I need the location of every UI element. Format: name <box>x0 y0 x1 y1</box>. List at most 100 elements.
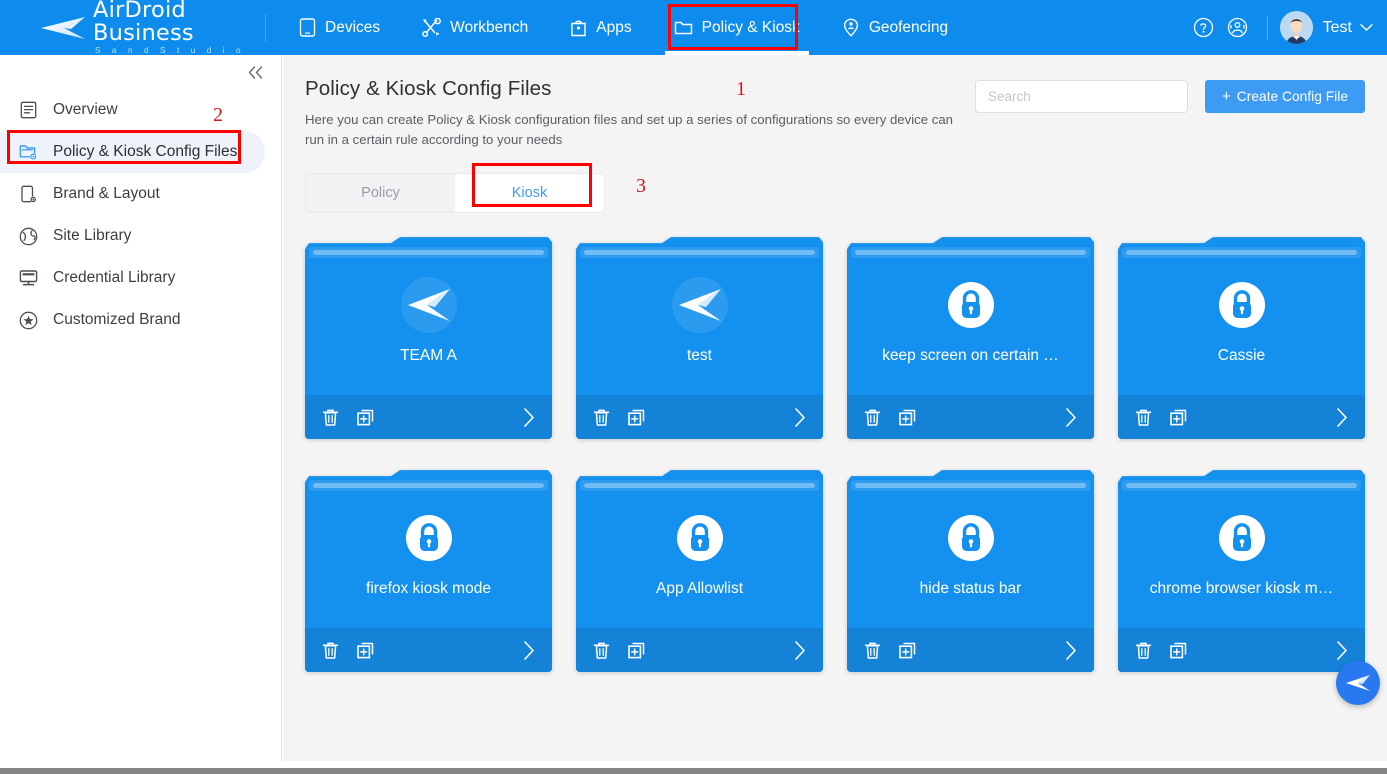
config-card[interactable]: TEAM A <box>305 237 552 440</box>
card-title: chrome browser kiosk m… <box>1149 580 1334 598</box>
tab-policy[interactable]: Policy <box>306 174 455 212</box>
page-title: Policy & Kiosk Config Files <box>305 77 552 100</box>
nav-item-devices[interactable]: Devices <box>278 0 401 55</box>
trash-icon[interactable] <box>321 408 340 427</box>
top-navigation-bar: AirDroid Business S a n d S t u d i o De… <box>0 0 1387 55</box>
card-body: Cassie <box>1118 259 1365 395</box>
config-card[interactable]: App Allowlist <box>576 470 823 673</box>
app-root: AirDroid Business S a n d S t u d i o De… <box>0 0 1387 774</box>
config-card[interactable]: chrome browser kiosk m… <box>1118 470 1365 673</box>
folder-icon <box>674 21 692 35</box>
headset-support-icon <box>1228 17 1248 38</box>
config-card[interactable]: Cassie <box>1118 237 1365 440</box>
folder-lip <box>313 250 544 256</box>
sidebar-item-credential-library[interactable]: Credential Library <box>0 257 281 299</box>
nav-item-geofencing[interactable]: Geofencing <box>821 0 969 55</box>
main-nav: Devices Workbench Apps Policy & Kiosk Ge… <box>278 0 969 55</box>
chevron-right-icon[interactable] <box>794 407 807 428</box>
avatar[interactable] <box>1279 11 1313 44</box>
chevron-right-icon[interactable] <box>1065 640 1078 661</box>
nav-label: Apps <box>596 18 632 36</box>
sidebar-item-policy-kiosk-config-files[interactable]: Policy & Kiosk Config Files <box>0 131 265 173</box>
header-right-actions: Test <box>1187 0 1387 55</box>
card-body: TEAM A <box>305 259 552 395</box>
support-button[interactable] <box>1221 17 1255 38</box>
nav-label: Geofencing <box>868 18 949 36</box>
nav-item-apps[interactable]: Apps <box>549 0 652 55</box>
copy-plus-icon[interactable] <box>356 408 375 427</box>
config-card[interactable]: keep screen on certain … <box>847 237 1094 440</box>
card-body: chrome browser kiosk m… <box>1118 492 1365 628</box>
copy-plus-icon[interactable] <box>356 641 375 660</box>
user-menu-button[interactable] <box>1360 19 1373 37</box>
card-footer <box>847 628 1094 673</box>
sidebar-item-label: Overview <box>53 101 118 118</box>
trash-icon[interactable] <box>321 641 340 660</box>
card-body: test <box>576 259 823 395</box>
trash-icon[interactable] <box>592 408 611 427</box>
copy-plus-icon[interactable] <box>627 408 646 427</box>
card-footer <box>305 628 552 673</box>
card-body: hide status bar <box>847 492 1094 628</box>
copy-plus-icon[interactable] <box>1169 408 1188 427</box>
card-footer <box>1118 628 1365 673</box>
tab-kiosk[interactable]: Kiosk <box>455 174 604 213</box>
page-header-text: Policy & Kiosk Config Files Here you can… <box>305 77 965 150</box>
chevron-right-icon[interactable] <box>1336 407 1349 428</box>
copy-plus-icon[interactable] <box>898 641 917 660</box>
globe-icon <box>17 227 39 246</box>
chevron-right-icon[interactable] <box>523 640 536 661</box>
double-chevron-left-icon <box>248 65 262 79</box>
nav-label: Policy & Kiosk <box>701 18 800 36</box>
trash-icon[interactable] <box>1134 408 1153 427</box>
card-body: firefox kiosk mode <box>305 492 552 628</box>
phone-gear-icon <box>17 185 39 204</box>
page-header-actions: + Create Config File <box>975 77 1365 113</box>
floating-action-button[interactable] <box>1336 661 1380 705</box>
sidebar-item-overview[interactable]: Overview <box>0 89 281 131</box>
sidebar: Overview Policy & Kiosk Config Files Bra… <box>0 55 282 761</box>
brand-logo-area[interactable]: AirDroid Business S a n d S t u d i o <box>0 0 265 55</box>
card-body: App Allowlist <box>576 492 823 628</box>
trash-icon[interactable] <box>1134 641 1153 660</box>
search-input[interactable] <box>975 80 1189 113</box>
monitor-icon <box>17 269 39 287</box>
plus-icon: + <box>1222 88 1231 105</box>
star-circle-icon <box>17 311 39 330</box>
copy-plus-icon[interactable] <box>1169 641 1188 660</box>
copy-plus-icon[interactable] <box>898 408 917 427</box>
chevron-right-icon[interactable] <box>523 407 536 428</box>
card-title: App Allowlist <box>655 580 743 598</box>
config-file-grid: TEAM A test keep screen on certain … Cas… <box>305 237 1365 673</box>
bottom-scrollbar[interactable] <box>0 768 1387 774</box>
chevron-down-icon <box>1360 23 1373 31</box>
create-config-file-button[interactable]: + Create Config File <box>1205 80 1365 113</box>
sidebar-item-site-library[interactable]: Site Library <box>0 215 281 257</box>
config-card[interactable]: hide status bar <box>847 470 1094 673</box>
card-title: test <box>687 347 712 365</box>
card-title: Cassie <box>1217 347 1266 365</box>
folder-lip <box>855 250 1086 256</box>
device-tablet-icon <box>299 18 316 37</box>
chevron-right-icon[interactable] <box>1336 640 1349 661</box>
apps-bag-icon <box>571 20 586 37</box>
trash-icon[interactable] <box>863 641 882 660</box>
create-config-file-label: Create Config File <box>1236 89 1348 104</box>
chevron-right-icon[interactable] <box>1065 407 1078 428</box>
sidebar-collapse-button[interactable] <box>243 60 267 84</box>
help-button[interactable] <box>1187 17 1221 38</box>
nav-item-workbench[interactable]: Workbench <box>401 0 549 55</box>
card-footer <box>576 628 823 673</box>
sidebar-item-customized-brand[interactable]: Customized Brand <box>0 299 281 341</box>
config-card[interactable]: firefox kiosk mode <box>305 470 552 673</box>
paper-plane-icon <box>400 277 457 334</box>
trash-icon[interactable] <box>592 641 611 660</box>
config-card[interactable]: test <box>576 237 823 440</box>
chevron-right-icon[interactable] <box>794 640 807 661</box>
copy-plus-icon[interactable] <box>627 641 646 660</box>
sidebar-item-brand-layout[interactable]: Brand & Layout <box>0 173 281 215</box>
sidebar-item-label: Credential Library <box>53 269 176 286</box>
trash-icon[interactable] <box>863 408 882 427</box>
nav-item-policy-kiosk[interactable]: Policy & Kiosk <box>653 0 821 55</box>
card-footer <box>305 395 552 440</box>
